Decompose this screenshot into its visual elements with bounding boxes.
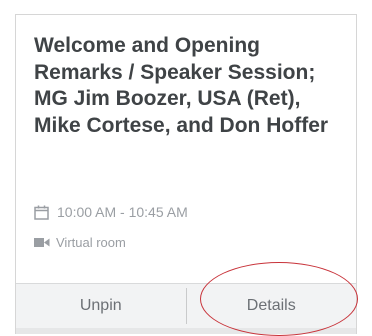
- unpin-button[interactable]: Unpin: [16, 284, 186, 328]
- session-time: 10:00 AM - 10:45 AM: [57, 204, 188, 220]
- session-title: Welcome and Opening Remarks / Speaker Se…: [34, 34, 329, 137]
- session-room-row: Virtual room: [34, 235, 126, 250]
- calendar-icon: [34, 205, 49, 220]
- details-button[interactable]: Details: [187, 284, 357, 328]
- session-card: Welcome and Opening Remarks / Speaker Se…: [15, 14, 357, 334]
- video-camera-icon: [34, 237, 50, 248]
- session-time-row: 10:00 AM - 10:45 AM: [34, 204, 188, 220]
- session-actions-bar: Unpin Details: [16, 283, 356, 328]
- card-bottom-strip: [16, 328, 356, 334]
- session-room: Virtual room: [56, 235, 126, 250]
